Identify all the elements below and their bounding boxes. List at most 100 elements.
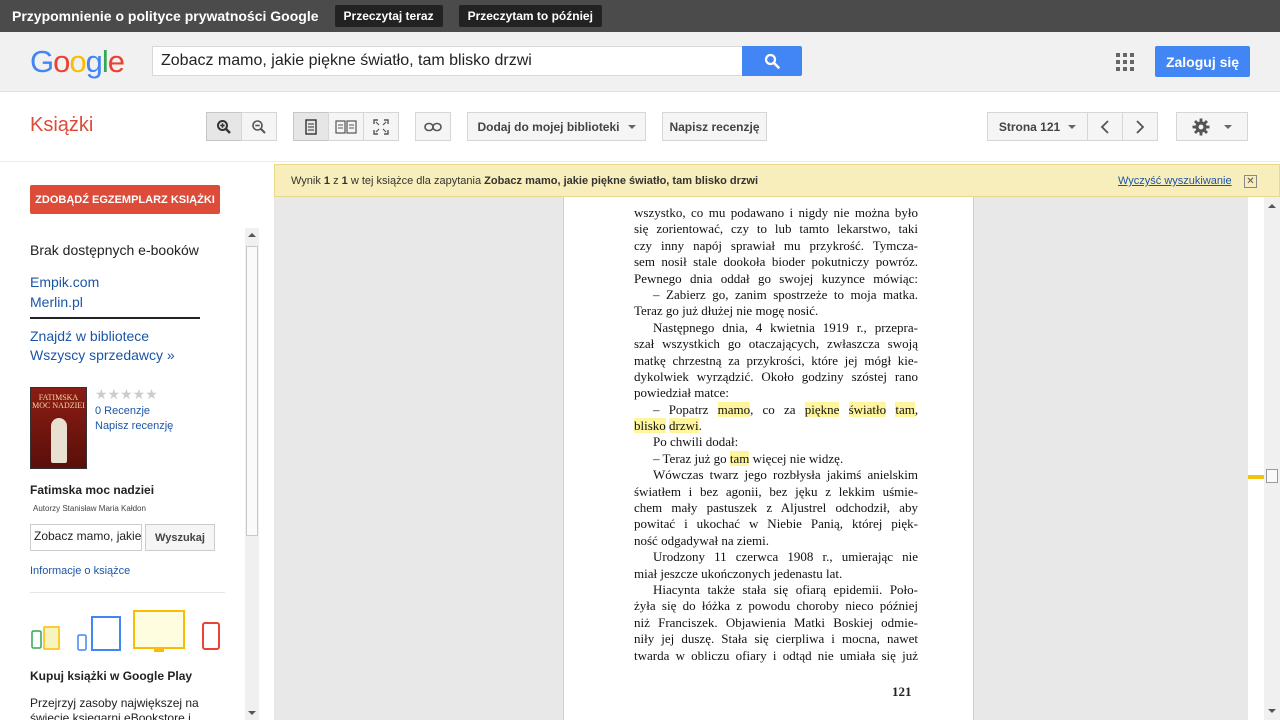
single-page-view-button[interactable]	[293, 112, 329, 141]
privacy-reminder-bar: Przypomnienie o polityce prywatności Goo…	[0, 0, 1280, 32]
page-line: Wówczas twarz jego rozbłysła jakimś anie…	[653, 467, 918, 483]
result-query: Zobacz mamo, jakie piękne światło, tam b…	[484, 175, 758, 187]
page-number: 121	[892, 684, 912, 699]
page-line: się zorientować, czy to lub tamto lekars…	[634, 221, 918, 237]
all-sellers-link[interactable]: Wszyscy sprzedawcy »	[30, 347, 175, 363]
link-button[interactable]	[415, 112, 451, 141]
zoom-out-icon	[252, 119, 266, 134]
read-later-button[interactable]: Przeczytam to później	[458, 5, 602, 27]
fullscreen-button[interactable]	[363, 112, 399, 141]
page-line: Pewnego dnia oddał go swojej kuzynce mów…	[634, 270, 918, 286]
page-line: ność odgadywał na ziemi.	[634, 532, 770, 548]
next-page-button[interactable]	[1122, 112, 1158, 141]
zoom-out-button[interactable]	[241, 112, 277, 141]
cover-figure	[51, 418, 67, 463]
page-line: żyła się do łóżka z powodu choroby nieco…	[634, 598, 918, 614]
search-highlight: drzwi	[669, 418, 699, 434]
search-highlight: tam	[729, 450, 750, 466]
zoom-in-icon	[217, 119, 231, 134]
about-book-link[interactable]: Informacje o książce	[30, 565, 130, 577]
page-line: matkę chrzestną za przykrości, które jej…	[634, 352, 918, 368]
result-mid: w tej książce dla zapytania	[347, 175, 485, 187]
page-line: – Popatrz mamo, co za piękne światło tam…	[653, 401, 919, 417]
previous-page-button[interactable]	[1087, 112, 1123, 141]
two-page-view-button[interactable]	[328, 112, 364, 141]
page-line: światłem i bez agonii, bez jęku z lekkim…	[634, 483, 918, 499]
page-line: Hiacynta także stała się ofiarą epidemii…	[653, 581, 918, 597]
chevron-down-icon	[627, 124, 636, 129]
logo-letter: g	[85, 44, 103, 79]
sidebar-scrollbar[interactable]	[245, 228, 259, 720]
apps-grid-icon[interactable]	[1116, 53, 1134, 71]
page-line: Urodzony 11 czerwca 1908 r., umierając n…	[653, 549, 918, 565]
google-logo[interactable]: Google	[30, 44, 125, 80]
search-highlight: mamo	[717, 401, 751, 417]
search-highlight: blisko	[634, 418, 666, 434]
search-input[interactable]: Zobacz mamo, jakie piękne światło, tam b…	[152, 46, 744, 76]
scroll-up-arrow[interactable]	[1268, 204, 1276, 208]
write-review-button[interactable]: Napisz recenzję	[662, 112, 767, 141]
viewer-scrollbar[interactable]	[1264, 197, 1280, 720]
gear-icon	[1192, 118, 1210, 135]
clear-search-link[interactable]: Wyczyść wyszukiwanie	[1118, 175, 1232, 187]
search-icon	[764, 53, 780, 69]
page-line: Następnego dnia, 4 kwietnia 1919 r., prz…	[653, 319, 918, 335]
sign-in-button[interactable]: Zaloguj się	[1155, 46, 1250, 77]
zoom-in-button[interactable]	[206, 112, 242, 141]
page-select-label: Strona 121	[998, 119, 1061, 134]
read-now-button[interactable]: Przeczytaj teraz	[334, 5, 443, 27]
chevron-down-icon	[1068, 124, 1077, 129]
get-copy-button[interactable]: ZDOBĄDŹ EGZEMPLARZ KSIĄŻKI	[30, 185, 220, 214]
google-header: Google Zobacz mamo, jakie piękne światło…	[0, 32, 1280, 92]
books-brand[interactable]: Książki	[30, 114, 93, 137]
link-icon	[424, 122, 442, 131]
store-link-empik[interactable]: Empik.com	[30, 274, 99, 290]
reviews-link[interactable]: 0 Recenzje	[95, 405, 150, 417]
find-in-library-link[interactable]: Znajdź w bibliotece	[30, 328, 149, 344]
in-book-search-input[interactable]: Zobacz mamo, jakie piękne światło, tam b…	[30, 524, 142, 551]
scroll-down-arrow[interactable]	[1268, 709, 1276, 713]
page-line: – Teraz już go tam więcej nie widzę.	[653, 450, 844, 466]
scroll-thumb[interactable]	[1266, 469, 1278, 483]
page-line: – Zabierz go, zanim spostrzeże to moja m…	[653, 286, 918, 302]
add-to-library-dropdown[interactable]: Dodaj do mojej biblioteki	[467, 112, 646, 141]
book-cover[interactable]: FATIMSKA MOC NADZIEI	[30, 387, 87, 469]
store-link-merlin[interactable]: Merlin.pl	[30, 294, 83, 310]
book-sidebar: ZDOBĄDŹ EGZEMPLARZ KSIĄŻKI Brak dostępny…	[0, 162, 262, 720]
search-hit-marker[interactable]	[1248, 475, 1264, 479]
add-to-library-label: Dodaj do mojej biblioteki	[477, 119, 620, 134]
book-page: wszystko, co mu podawano i nigdy nie moż…	[563, 197, 974, 720]
search-highlight: tam	[895, 401, 915, 417]
scroll-up-arrow[interactable]	[248, 233, 256, 237]
write-review-link[interactable]: Napisz recenzję	[95, 420, 173, 432]
page-line: chem mały pastuszek z Aljustrel odchodzi…	[634, 500, 918, 516]
write-review-label: Napisz recenzję	[669, 119, 760, 134]
page-line: szał wszystkich go otaczających, zwłaszc…	[634, 336, 918, 352]
logo-letter: o	[69, 44, 86, 79]
scroll-thumb[interactable]	[246, 246, 258, 536]
play-heading: Kupuj książki w Google Play	[30, 669, 193, 683]
book-title: Fatimska moc nadziei	[30, 483, 155, 497]
close-icon[interactable]: ✕	[1244, 175, 1257, 188]
divider	[30, 317, 200, 319]
page-text: wszystko, co mu podawano i nigdy nie moż…	[634, 205, 918, 664]
logo-letter: o	[53, 44, 70, 79]
page-line: niż Franciszek. Objawienia Matki Boskiej…	[634, 614, 918, 630]
result-prefix: Wynik	[291, 175, 324, 187]
cover-title: FATIMSKA MOC NADZIEI	[32, 393, 85, 410]
fullscreen-icon	[373, 118, 389, 135]
result-text: Wynik 1 z 1 w tej książce dla zapytania …	[291, 175, 758, 187]
in-book-search-button[interactable]: Wyszukaj	[145, 524, 215, 551]
search-button[interactable]	[742, 46, 802, 76]
page-line: Po chwili dodał:	[653, 434, 739, 450]
chevron-left-icon	[1100, 119, 1109, 134]
settings-dropdown[interactable]	[1176, 112, 1248, 141]
rating-stars: ★★★★★	[95, 386, 158, 402]
logo-letter: G	[30, 44, 54, 79]
scroll-down-arrow[interactable]	[248, 711, 256, 715]
page-line: Teraz go już dłużej nie mogę nosić.	[634, 303, 819, 319]
book-authors: Autorzy Stanisław Maria Kałdon	[33, 504, 146, 513]
page-select-dropdown[interactable]: Strona 121	[987, 112, 1088, 141]
page-line: powitać i ukochać w Niebie Panią, której…	[634, 516, 918, 532]
page-line: miał jeszcze ukończonych jedenastu lat.	[634, 565, 843, 581]
